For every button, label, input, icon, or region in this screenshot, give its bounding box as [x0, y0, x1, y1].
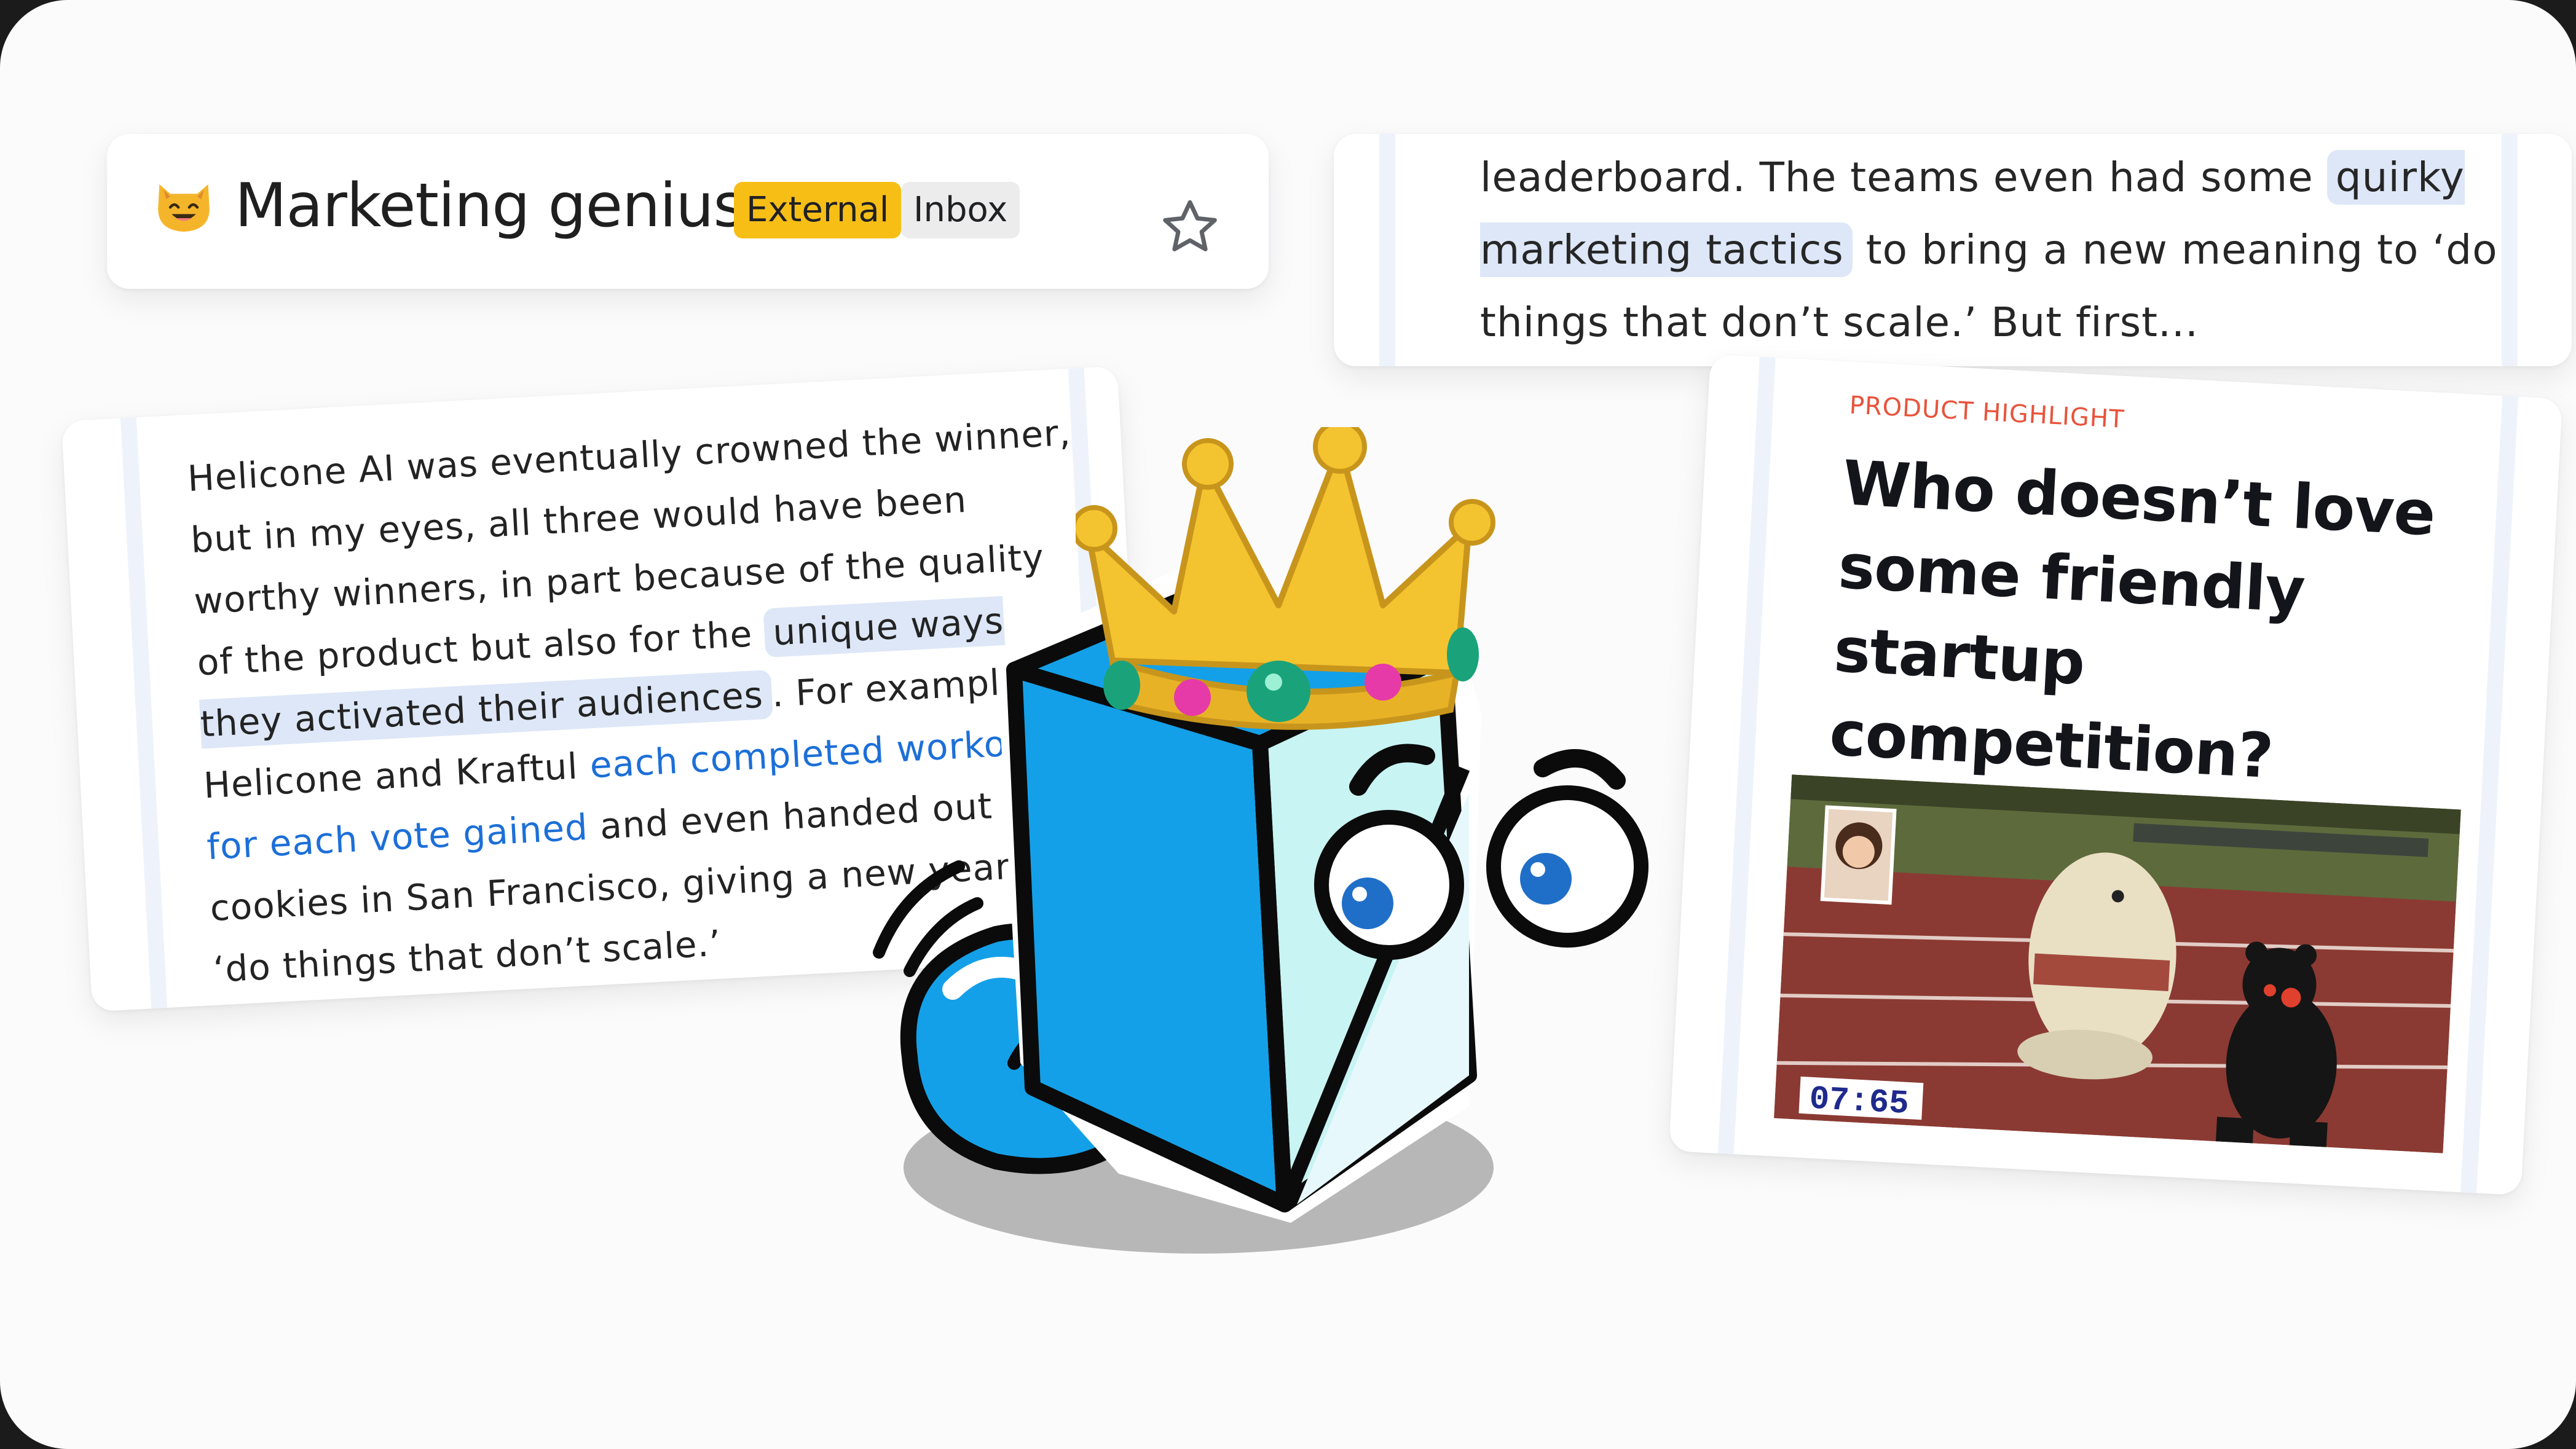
label-inbox[interactable]: Inbox: [901, 182, 1020, 238]
crown-icon: [1076, 427, 1495, 730]
race-timer: 07:65: [1808, 1081, 1910, 1123]
product-headline: Who doesn’t love some friendly startup c…: [1827, 447, 2437, 793]
product-eyebrow: PRODUCT HIGHLIGHT: [1848, 391, 2125, 434]
email-subject-card: Marketing genius External Inbox: [107, 134, 1269, 289]
smiling-cat-emoji-icon: [158, 184, 210, 232]
canvas: Marketing genius External Inbox leaderbo…: [0, 0, 2576, 1449]
email-subject-title: Marketing genius: [235, 171, 745, 241]
card-rail-left: [1379, 134, 1395, 366]
card-rail-left: [120, 417, 168, 1009]
mascot-race-image: 07:65: [1773, 774, 2461, 1153]
label-external[interactable]: External: [734, 182, 902, 238]
star-icon[interactable]: [1158, 195, 1222, 259]
product-highlight-card: PRODUCT HIGHLIGHT Who doesn’t love some …: [1668, 354, 2563, 1196]
quote-paragraph: leaderboard. The teams even had some qui…: [1480, 141, 2550, 359]
newsletter-quote-card: leaderboard. The teams even had some qui…: [1334, 134, 2572, 366]
card-rail-left: [1717, 356, 1776, 1155]
quote-text-start: leaderboard. The teams even had some: [1480, 154, 2327, 201]
